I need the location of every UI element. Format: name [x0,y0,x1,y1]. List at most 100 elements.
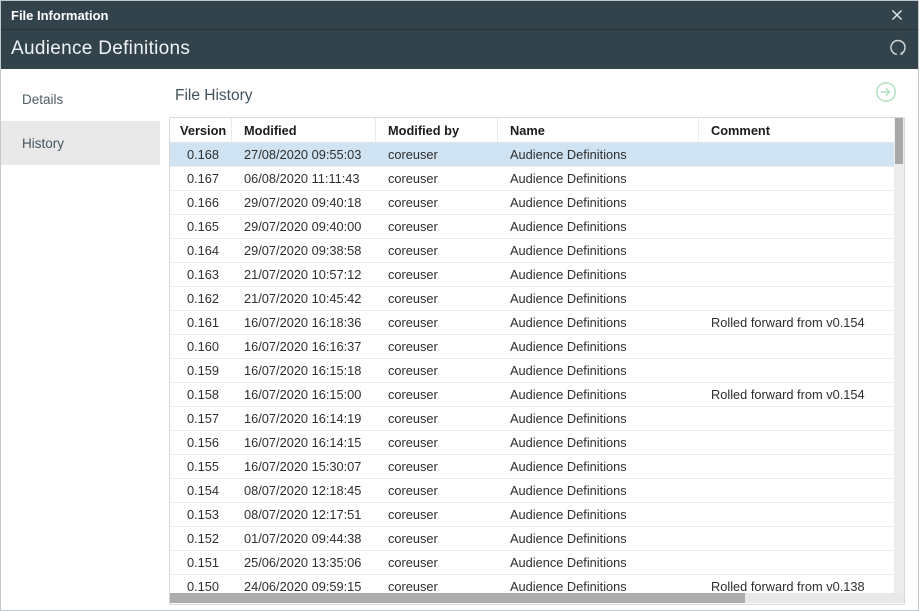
table-row[interactable]: 0.16429/07/2020 09:38:58coreuserAudience… [170,239,904,263]
arrow-right-circle-icon [875,81,897,106]
cell-name: Audience Definitions [498,407,699,430]
cell-modified: 08/07/2020 12:17:51 [232,503,376,526]
cell-modified-by: coreuser [376,191,498,214]
table-row[interactable]: 0.16529/07/2020 09:40:00coreuserAudience… [170,215,904,239]
column-header-modified-by[interactable]: Modified by [376,118,498,142]
dialog-sidebar: Details History [1,77,160,165]
cell-name: Audience Definitions [498,455,699,478]
cell-version: 0.158 [170,383,232,406]
table-row[interactable]: 0.15125/06/2020 13:35:06coreuserAudience… [170,551,904,575]
cell-modified: 16/07/2020 16:14:19 [232,407,376,430]
refresh-button[interactable] [887,38,909,60]
cell-modified: 16/07/2020 16:15:18 [232,359,376,382]
cell-modified-by: coreuser [376,455,498,478]
cell-modified: 16/07/2020 15:30:07 [232,455,376,478]
table-row[interactable]: 0.16706/08/2020 11:11:43coreuserAudience… [170,167,904,191]
table-row[interactable]: 0.16827/08/2020 09:55:03coreuserAudience… [170,143,904,167]
table-row[interactable]: 0.16221/07/2020 10:45:42coreuserAudience… [170,287,904,311]
table-body: 0.16827/08/2020 09:55:03coreuserAudience… [170,143,904,599]
cell-modified: 01/07/2020 09:44:38 [232,527,376,550]
cell-version: 0.162 [170,287,232,310]
cell-modified: 21/07/2020 10:45:42 [232,287,376,310]
cell-version: 0.157 [170,407,232,430]
cell-modified-by: coreuser [376,383,498,406]
column-header-modified[interactable]: Modified [232,118,376,142]
cell-name: Audience Definitions [498,335,699,358]
column-header-version[interactable]: Version [170,118,232,142]
cell-version: 0.164 [170,239,232,262]
cell-name: Audience Definitions [498,527,699,550]
cell-version: 0.163 [170,263,232,286]
table-row[interactable]: 0.15716/07/2020 16:14:19coreuserAudience… [170,407,904,431]
sidebar-item-details[interactable]: Details [1,77,160,121]
cell-comment [699,167,904,190]
cell-version: 0.159 [170,359,232,382]
cell-modified-by: coreuser [376,551,498,574]
cell-modified-by: coreuser [376,527,498,550]
cell-comment [699,215,904,238]
cell-version: 0.166 [170,191,232,214]
cell-name: Audience Definitions [498,311,699,334]
table-row[interactable]: 0.15816/07/2020 16:15:00coreuserAudience… [170,383,904,407]
cell-modified-by: coreuser [376,431,498,454]
cell-modified: 16/07/2020 16:14:15 [232,431,376,454]
cell-modified-by: coreuser [376,287,498,310]
vertical-scrollbar-thumb[interactable] [895,118,903,164]
cell-name: Audience Definitions [498,191,699,214]
table-row[interactable]: 0.16321/07/2020 10:57:12coreuserAudience… [170,263,904,287]
cell-modified-by: coreuser [376,263,498,286]
roll-forward-button[interactable] [875,82,897,104]
vertical-scrollbar[interactable] [894,118,904,593]
cell-comment [699,455,904,478]
cell-version: 0.156 [170,431,232,454]
cell-modified-by: coreuser [376,311,498,334]
table-row[interactable]: 0.15516/07/2020 15:30:07coreuserAudience… [170,455,904,479]
cell-modified: 27/08/2020 09:55:03 [232,143,376,166]
cell-comment [699,479,904,502]
sidebar-item-history[interactable]: History [1,121,160,165]
cell-name: Audience Definitions [498,383,699,406]
cell-modified-by: coreuser [376,239,498,262]
cell-name: Audience Definitions [498,263,699,286]
cell-version: 0.153 [170,503,232,526]
sidebar-item-label: Details [22,92,63,107]
cell-modified-by: coreuser [376,407,498,430]
cell-modified-by: coreuser [376,143,498,166]
cell-comment [699,407,904,430]
title-bar: File Information [1,1,918,30]
table-row[interactable]: 0.15408/07/2020 12:18:45coreuserAudience… [170,479,904,503]
cell-version: 0.165 [170,215,232,238]
cell-comment [699,431,904,454]
cell-name: Audience Definitions [498,143,699,166]
table-row[interactable]: 0.15201/07/2020 09:44:38coreuserAudience… [170,527,904,551]
horizontal-scrollbar-thumb[interactable] [170,593,745,603]
dialog-header: File Information Audience Definitions [1,1,918,69]
cell-comment: Rolled forward from v0.154 [699,311,904,334]
column-header-name[interactable]: Name [498,118,699,142]
cell-name: Audience Definitions [498,503,699,526]
cell-version: 0.155 [170,455,232,478]
cell-modified-by: coreuser [376,359,498,382]
cell-modified: 16/07/2020 16:16:37 [232,335,376,358]
cell-version: 0.160 [170,335,232,358]
cell-version: 0.161 [170,311,232,334]
cell-comment [699,527,904,550]
table-row[interactable]: 0.15616/07/2020 16:14:15coreuserAudience… [170,431,904,455]
cell-name: Audience Definitions [498,167,699,190]
file-information-dialog: File Information Audience Definitions [0,0,919,611]
table-row[interactable]: 0.16016/07/2020 16:16:37coreuserAudience… [170,335,904,359]
horizontal-scrollbar[interactable] [170,593,904,603]
cell-modified: 16/07/2020 16:15:00 [232,383,376,406]
dialog-title: File Information [11,8,109,23]
table-row[interactable]: 0.15916/07/2020 16:15:18coreuserAudience… [170,359,904,383]
table-row[interactable]: 0.16116/07/2020 16:18:36coreuserAudience… [170,311,904,335]
column-header-comment[interactable]: Comment [699,118,904,142]
cell-comment [699,191,904,214]
close-button[interactable] [884,3,910,29]
table-row[interactable]: 0.15308/07/2020 12:17:51coreuserAudience… [170,503,904,527]
cell-modified-by: coreuser [376,335,498,358]
table-row[interactable]: 0.16629/07/2020 09:40:18coreuserAudience… [170,191,904,215]
cell-modified: 29/07/2020 09:40:00 [232,215,376,238]
cell-modified-by: coreuser [376,479,498,502]
cell-version: 0.154 [170,479,232,502]
